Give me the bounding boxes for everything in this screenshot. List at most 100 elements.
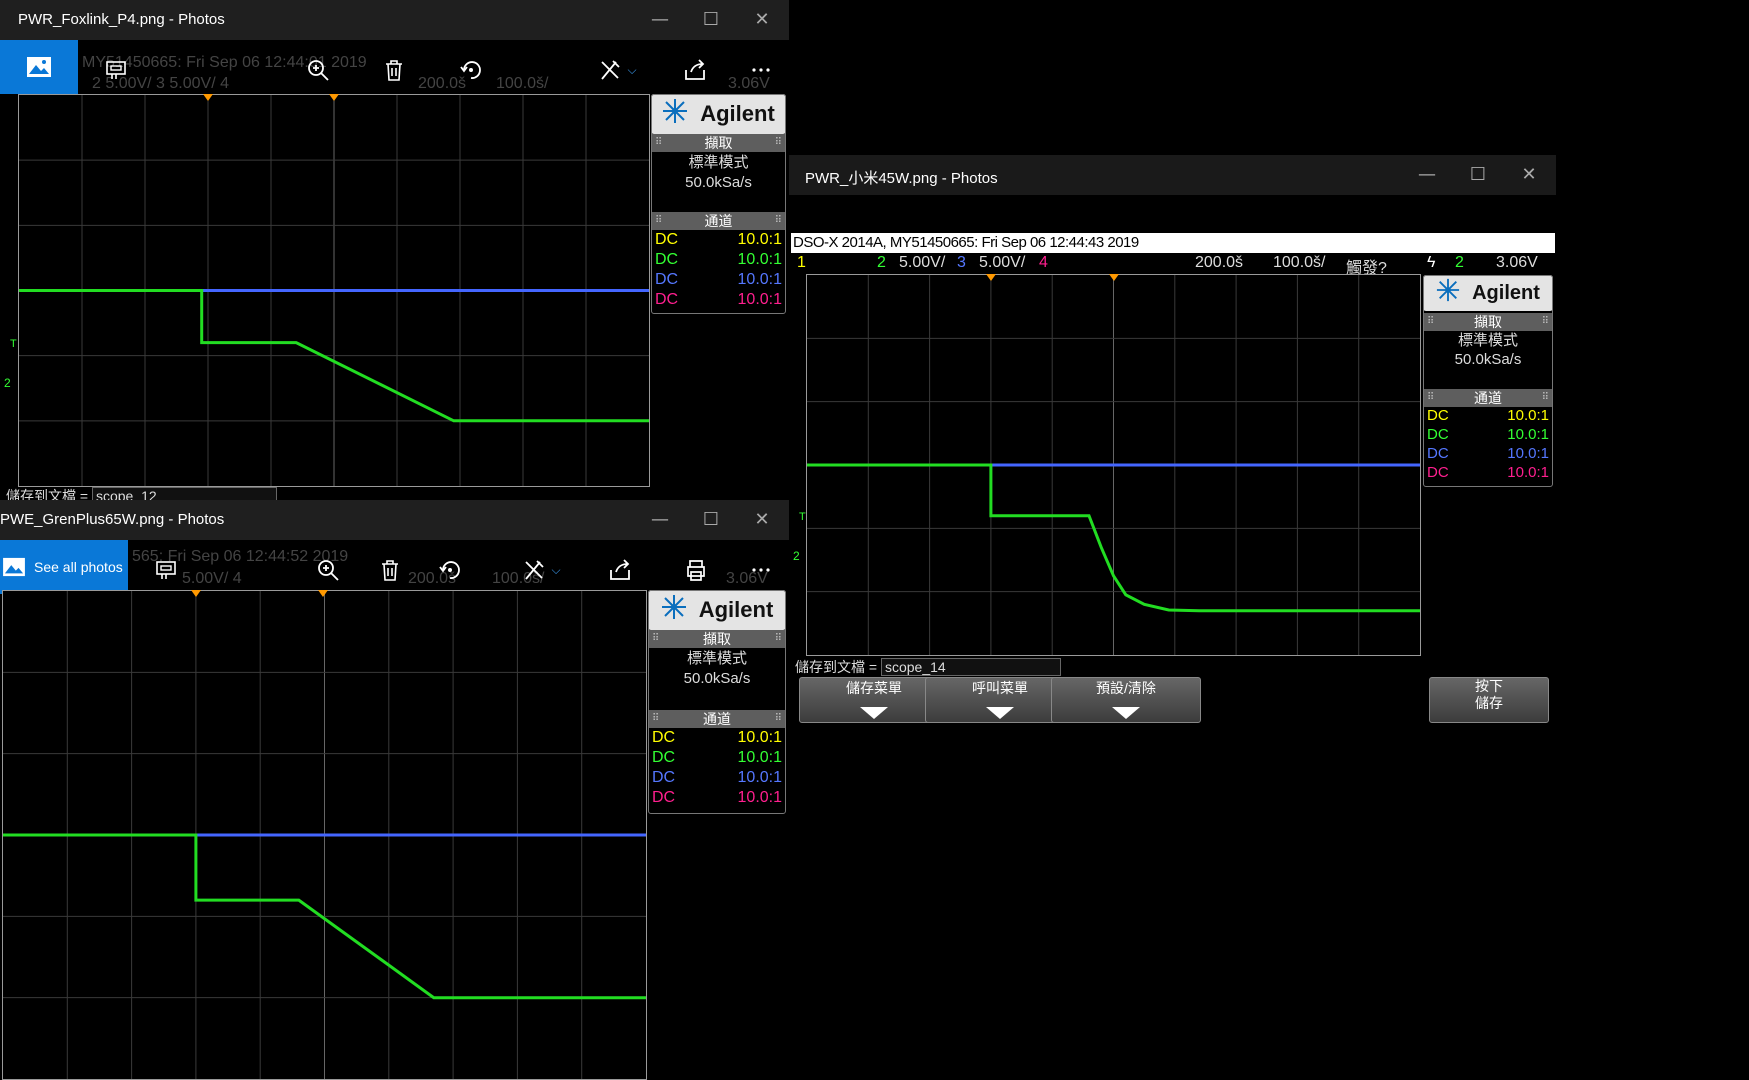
channels-header[interactable]: 通道: [651, 212, 786, 230]
edit-icon: [525, 560, 545, 580]
channel-row-3[interactable]: DC 10.0:1: [655, 271, 782, 293]
default-erase-label: 預設/清除: [1096, 680, 1156, 696]
channels-header[interactable]: 通道: [648, 710, 786, 728]
ch1-coupling: DC: [655, 231, 679, 248]
window-title: PWR_小米45W.png - Photos: [805, 170, 998, 187]
acquire-header[interactable]: 擷取: [648, 630, 786, 648]
save-filename-field[interactable]: scope_12: [91, 487, 277, 500]
maximize-button[interactable]: ☐: [693, 507, 729, 533]
save-filename-row: 儲存到文檔 = scope_14: [795, 657, 1061, 677]
see-all-photos-button[interactable]: See all photos: [0, 540, 128, 594]
acquire-mode: 標準模式: [686, 650, 747, 667]
share-button[interactable]: [671, 40, 719, 100]
ch3-ratio: 10.0:1: [1507, 445, 1549, 462]
ch1-coupling: DC: [1427, 407, 1449, 424]
rotate-button[interactable]: [447, 40, 495, 100]
press-to-save-button[interactable]: 按下 儲存: [1429, 677, 1549, 723]
more-button[interactable]: [737, 40, 785, 100]
ch2-scale: 5.00V/: [899, 254, 946, 271]
title-bar[interactable]: PWE_GrenPlus65W.png - Photos — ☐ ✕: [0, 500, 789, 540]
ch2-coupling: DC: [655, 251, 679, 268]
scope-status-row: 1 2 5.00V/ 3 5.00V/ 4 200.0š 100.0š/ 觸發?…: [791, 253, 1555, 277]
time-scale: 200.0š: [1195, 254, 1244, 271]
minimize-button[interactable]: —: [642, 507, 678, 533]
delay-marker: [329, 94, 339, 101]
scope-display: [806, 274, 1421, 656]
arrow-down-icon: [986, 707, 1014, 719]
save-filename-field[interactable]: scope_14: [880, 658, 1061, 676]
close-button[interactable]: ✕: [1511, 162, 1547, 188]
recall-menu-label: 呼叫菜單: [972, 680, 1028, 696]
scope-header-bar: DSO-X 2014A, MY51450665: Fri Sep 06 12:4…: [791, 233, 1555, 253]
ch4-coupling: DC: [655, 291, 679, 308]
channels-header[interactable]: 通道: [1423, 389, 1553, 407]
brand-logo: Agilent: [651, 94, 786, 134]
channel-row-2[interactable]: DC 10.0:1: [652, 749, 782, 771]
slideshow-icon: [106, 61, 126, 79]
edit-button[interactable]: ⌵: [588, 40, 648, 100]
maximize-button[interactable]: ☐: [693, 7, 729, 33]
waveform-chart: [3, 591, 646, 1079]
more-icon: [752, 568, 770, 572]
ch3-coupling: DC: [1427, 445, 1449, 462]
rotate-icon: [460, 61, 481, 79]
print-icon: [687, 560, 705, 581]
ch2-coupling: DC: [652, 749, 676, 766]
title-bar[interactable]: PWR_小米45W.png - Photos — ☐ ✕: [789, 155, 1556, 195]
chevron-down-icon: ⌵: [627, 62, 637, 77]
ch1-ratio: 10.0:1: [737, 231, 782, 248]
slideshow-icon: [156, 561, 176, 579]
see-all-photos-button[interactable]: [0, 40, 78, 94]
channel-row-4[interactable]: DC 10.0:1: [652, 789, 782, 811]
waveform-chart: [807, 275, 1420, 655]
minimize-button[interactable]: —: [1409, 162, 1445, 188]
close-button[interactable]: ✕: [744, 507, 780, 533]
maximize-button[interactable]: ☐: [1460, 162, 1496, 188]
channel-row-1[interactable]: DC 10.0:1: [655, 231, 782, 253]
scope-header-text: DSO-X 2014A, MY51450665: Fri Sep 06 12:4…: [793, 234, 1139, 251]
window-title: PWE_GrenPlus65W.png - Photos: [0, 511, 225, 528]
share-icon: [685, 59, 705, 80]
photo-icon: [3, 557, 25, 577]
channel-row-4[interactable]: DC 10.0:1: [1427, 464, 1549, 486]
ch2-ground-marker: 2: [793, 549, 800, 563]
ch3-coupling: DC: [655, 271, 679, 288]
ch1-indicator: 1: [797, 254, 806, 271]
ch2-ratio: 10.0:1: [1507, 426, 1549, 443]
acquire-header[interactable]: 擷取: [651, 134, 786, 152]
rotate-icon: [439, 561, 460, 579]
acquire-header[interactable]: 擷取: [1423, 313, 1553, 331]
minimize-button[interactable]: —: [642, 7, 678, 33]
channel-row-3[interactable]: DC 10.0:1: [652, 769, 782, 791]
side-panel: Agilent 擷取 標準模式 50.0kSa/s 通道 DC 10.0:1 DC…: [648, 590, 786, 814]
ch3-scale: 5.00V/: [979, 254, 1026, 271]
save-filename-row: 儲存到文檔 = scope_12: [6, 486, 277, 500]
zoom-button[interactable]: [294, 40, 342, 100]
trigger-level: 3.06V: [1496, 254, 1538, 271]
close-button[interactable]: ✕: [744, 7, 780, 33]
ch4-coupling: DC: [652, 789, 676, 806]
photos-window-xiaomi: PWR_小米45W.png - Photos — ☐ ✕ DSO-X 2014A…: [789, 155, 1556, 755]
ch3-ratio: 10.0:1: [737, 769, 782, 786]
slideshow-button[interactable]: [92, 40, 140, 100]
save-filename-label: 儲存到文檔 =: [6, 488, 89, 500]
default-erase-button[interactable]: 預設/清除: [1051, 677, 1201, 723]
brand-name: Agilent: [700, 101, 775, 126]
channel-row-4[interactable]: DC 10.0:1: [655, 291, 782, 313]
channel-row-1[interactable]: DC 10.0:1: [652, 729, 782, 751]
delay-value: 100.0š/: [1273, 254, 1326, 271]
ch4-ratio: 10.0:1: [737, 291, 782, 308]
title-bar[interactable]: PWR_Foxlink_P4.png - Photos — ☐ ✕: [0, 0, 789, 40]
ch4-ratio: 10.0:1: [1507, 464, 1549, 481]
ghost-pos-text: 100.0š/: [496, 75, 549, 92]
zoom-icon: [318, 560, 339, 581]
channel-row-2[interactable]: DC 10.0:1: [655, 251, 782, 273]
ch2-indicator: 2: [877, 254, 886, 271]
trigger-channel: 2: [1455, 254, 1464, 271]
delete-button[interactable]: [370, 40, 418, 100]
press-label: 按下: [1475, 678, 1503, 694]
ch4-coupling: DC: [1427, 464, 1449, 481]
zoom-icon: [308, 60, 329, 81]
scope-display: [2, 590, 647, 1080]
trigger-level-marker: T: [10, 338, 17, 350]
